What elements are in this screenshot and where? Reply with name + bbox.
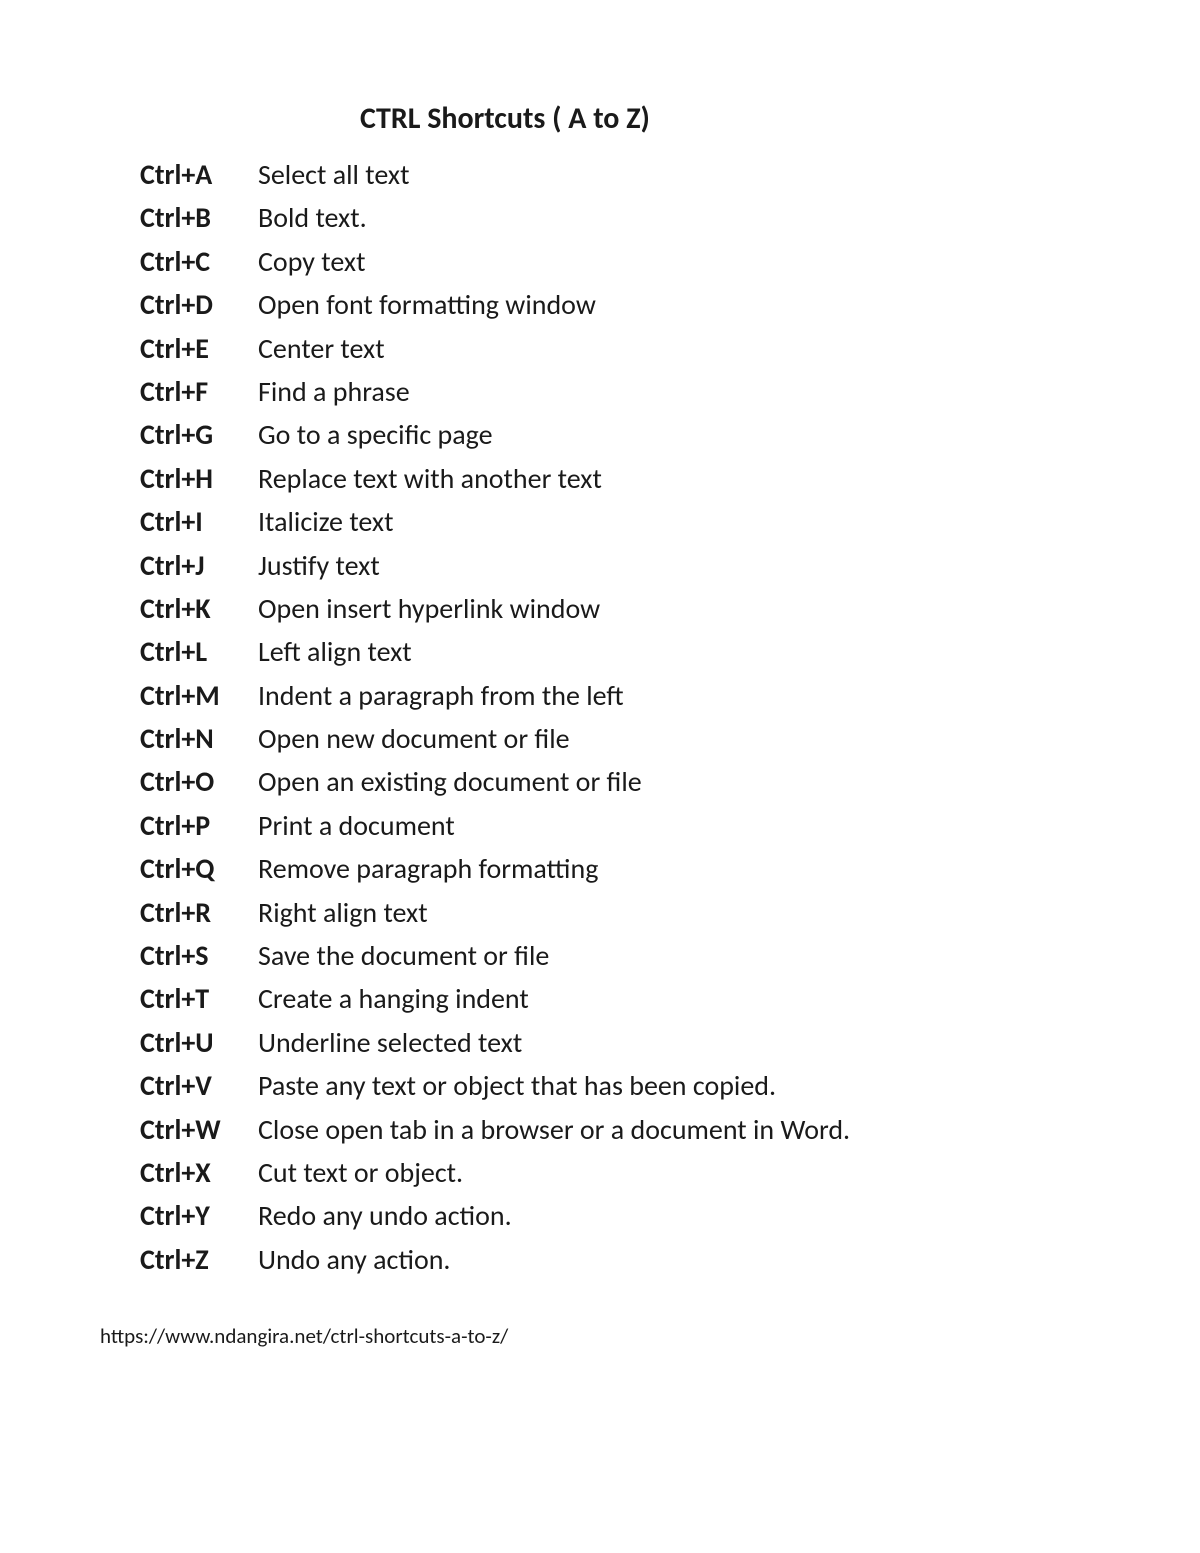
shortcut-description: Select all text <box>258 153 1100 196</box>
shortcut-key: Ctrl+A <box>140 153 258 196</box>
shortcut-row: Ctrl+OOpen an existing document or file <box>140 760 1100 803</box>
shortcut-description: Indent a paragraph from the left <box>258 674 1100 717</box>
shortcut-key: Ctrl+I <box>140 500 258 543</box>
shortcut-key: Ctrl+L <box>140 630 258 673</box>
shortcut-description: Open font formatting window <box>258 283 1100 326</box>
shortcut-key: Ctrl+J <box>140 544 258 587</box>
shortcut-row: Ctrl+VPaste any text or object that has … <box>140 1064 1100 1107</box>
shortcut-description: Replace text with another text <box>258 457 1100 500</box>
shortcut-row: Ctrl+UUnderline selected text <box>140 1021 1100 1064</box>
shortcut-description: Save the document or file <box>258 934 1100 977</box>
shortcut-key: Ctrl+H <box>140 457 258 500</box>
page-title: CTRL Shortcuts ( A to Z) <box>140 100 1100 137</box>
shortcut-key: Ctrl+W <box>140 1108 258 1151</box>
shortcut-row: Ctrl+Y Redo any undo action. <box>140 1194 1100 1237</box>
shortcut-row: Ctrl+GGo to a specific page <box>140 413 1100 456</box>
shortcut-description: Find a phrase <box>258 370 1100 413</box>
shortcut-row: Ctrl+HReplace text with another text <box>140 457 1100 500</box>
shortcut-key: Ctrl+C <box>140 240 258 283</box>
shortcut-key: Ctrl+R <box>140 891 258 934</box>
shortcut-description: Cut text or object. <box>258 1151 1100 1194</box>
shortcut-row: Ctrl+WClose open tab in a browser or a d… <box>140 1108 1100 1151</box>
shortcut-key: Ctrl+K <box>140 587 258 630</box>
shortcut-row: Ctrl+KOpen insert hyperlink window <box>140 587 1100 630</box>
shortcut-description: Redo any undo action. <box>258 1194 1100 1237</box>
shortcut-row: Ctrl+ECenter text <box>140 327 1100 370</box>
shortcut-description: Go to a specific page <box>258 413 1100 456</box>
shortcut-description: Center text <box>258 327 1100 370</box>
shortcut-key: Ctrl+S <box>140 934 258 977</box>
shortcut-row: Ctrl+ASelect all text <box>140 153 1100 196</box>
shortcut-list: Ctrl+ASelect all textCtrl+BBold text.Ctr… <box>140 153 1100 1281</box>
shortcut-description: Close open tab in a browser or a documen… <box>258 1108 1100 1151</box>
shortcut-description: Copy text <box>258 240 1100 283</box>
shortcut-description: Open new document or file <box>258 717 1100 760</box>
shortcut-row: Ctrl+BBold text. <box>140 196 1100 239</box>
shortcut-key: Ctrl+O <box>140 760 258 803</box>
shortcut-description: Remove paragraph formatting <box>258 847 1100 890</box>
shortcut-key: Ctrl+P <box>140 804 258 847</box>
shortcut-key: Ctrl+E <box>140 327 258 370</box>
shortcut-row: Ctrl+TCreate a hanging indent <box>140 977 1100 1020</box>
shortcut-description: Underline selected text <box>258 1021 1100 1064</box>
shortcut-row: Ctrl+DOpen font formatting window <box>140 283 1100 326</box>
shortcut-description: Print a document <box>258 804 1100 847</box>
shortcut-description: Create a hanging indent <box>258 977 1100 1020</box>
shortcut-description: Justify text <box>258 544 1100 587</box>
shortcut-row: Ctrl+NOpen new document or file <box>140 717 1100 760</box>
shortcut-row: Ctrl+FFind a phrase <box>140 370 1100 413</box>
footer-url: https://www.ndangira.net/ctrl-shortcuts-… <box>100 1323 1100 1349</box>
shortcut-key: Ctrl+U <box>140 1021 258 1064</box>
shortcut-key: Ctrl+X <box>140 1151 258 1194</box>
shortcut-description: Paste any text or object that has been c… <box>258 1064 1100 1107</box>
shortcut-description: Open an existing document or file <box>258 760 1100 803</box>
shortcut-description: Right align text <box>258 891 1100 934</box>
shortcut-row: Ctrl+PPrint a document <box>140 804 1100 847</box>
shortcut-description: Open insert hyperlink window <box>258 587 1100 630</box>
shortcut-row: Ctrl+LLeft align text <box>140 630 1100 673</box>
shortcut-key: Ctrl+Q <box>140 847 258 890</box>
shortcut-key: Ctrl+N <box>140 717 258 760</box>
shortcut-key: Ctrl+T <box>140 977 258 1020</box>
shortcut-description: Left align text <box>258 630 1100 673</box>
shortcut-row: Ctrl+SSave the document or file <box>140 934 1100 977</box>
shortcut-key: Ctrl+Z <box>140 1238 258 1281</box>
shortcut-row: Ctrl+QRemove paragraph formatting <box>140 847 1100 890</box>
shortcut-row: Ctrl+XCut text or object. <box>140 1151 1100 1194</box>
shortcut-key: Ctrl+F <box>140 370 258 413</box>
shortcut-row: Ctrl+ZUndo any action. <box>140 1238 1100 1281</box>
shortcut-row: Ctrl+IItalicize text <box>140 500 1100 543</box>
shortcut-key: Ctrl+G <box>140 413 258 456</box>
shortcut-row: Ctrl+CCopy text <box>140 240 1100 283</box>
shortcut-description: Bold text. <box>258 196 1100 239</box>
shortcut-row: Ctrl+MIndent a paragraph from the left <box>140 674 1100 717</box>
shortcut-key: Ctrl+M <box>140 674 258 717</box>
shortcut-key: Ctrl+D <box>140 283 258 326</box>
shortcut-key: Ctrl+Y <box>140 1194 258 1237</box>
shortcut-key: Ctrl+V <box>140 1064 258 1107</box>
shortcut-key: Ctrl+B <box>140 196 258 239</box>
shortcut-row: Ctrl+JJustify text <box>140 544 1100 587</box>
shortcut-description: Undo any action. <box>258 1238 1100 1281</box>
shortcut-row: Ctrl+RRight align text <box>140 891 1100 934</box>
shortcut-description: Italicize text <box>258 500 1100 543</box>
